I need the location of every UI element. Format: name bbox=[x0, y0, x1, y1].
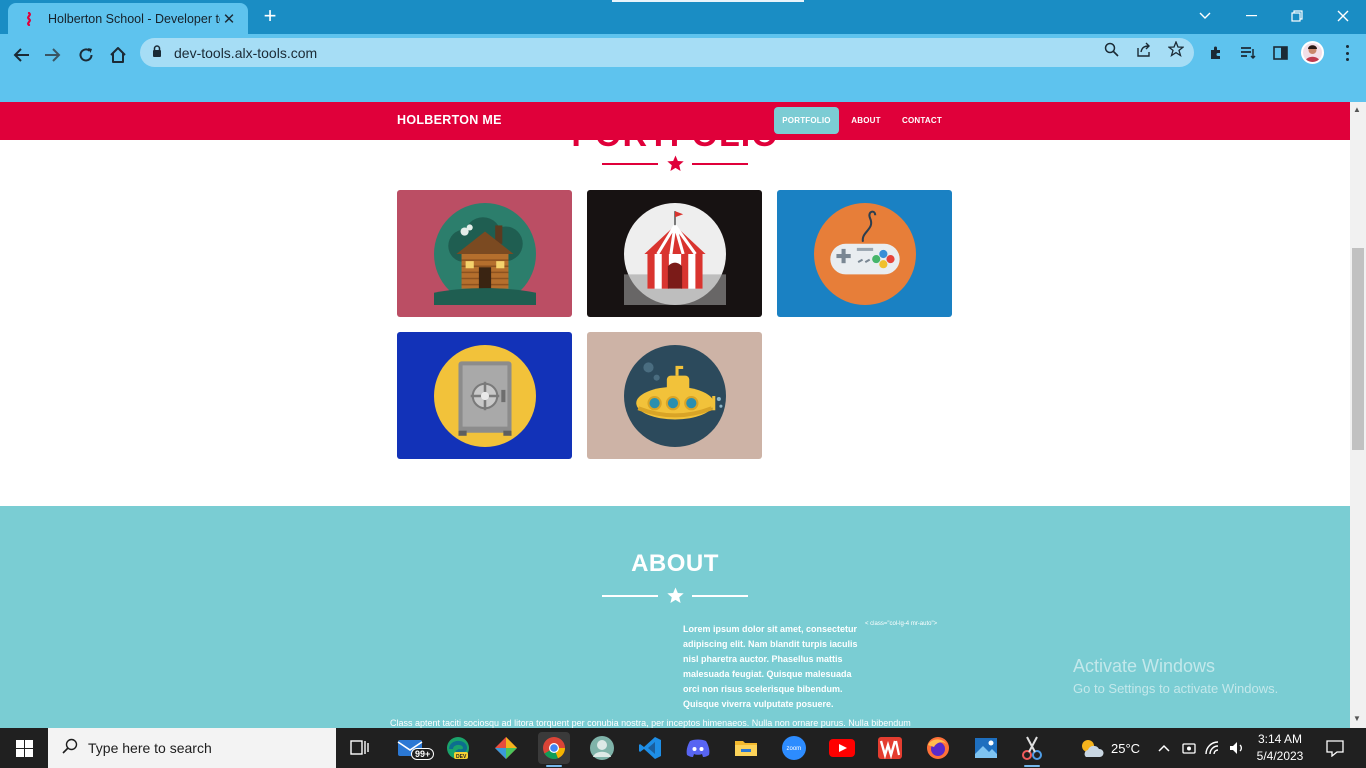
taskbar-search-box[interactable]: Type here to search bbox=[48, 728, 336, 768]
photos-icon[interactable] bbox=[970, 732, 1002, 764]
about-heading: ABOUT bbox=[631, 550, 719, 577]
snipping-tool-icon[interactable] bbox=[1016, 732, 1048, 767]
clock-time: 3:14 AM bbox=[1257, 732, 1303, 746]
address-bar[interactable]: dev-tools.alx-tools.com bbox=[140, 38, 1194, 67]
task-view-icon[interactable] bbox=[344, 732, 376, 764]
forward-icon[interactable] bbox=[38, 40, 68, 70]
cabin-icon bbox=[433, 202, 536, 305]
profile-avatar[interactable] bbox=[1301, 41, 1324, 64]
share-icon[interactable] bbox=[1136, 41, 1152, 57]
svg-text:DEV: DEV bbox=[456, 754, 467, 760]
zoom-icon[interactable]: zoom bbox=[778, 732, 810, 764]
browser-toolbar: dev-tools.alx-tools.com bbox=[0, 34, 1366, 102]
reload-icon[interactable] bbox=[71, 40, 101, 70]
search-placeholder: Type here to search bbox=[88, 740, 212, 756]
portfolio-item-cabin[interactable] bbox=[397, 190, 572, 317]
page-scrollbar[interactable]: ▲ ▼ bbox=[1350, 102, 1366, 728]
clock-date: 5/4/2023 bbox=[1256, 749, 1304, 763]
scroll-down-arrow-icon[interactable]: ▼ bbox=[1353, 714, 1361, 723]
scroll-thumb[interactable] bbox=[1352, 248, 1364, 450]
close-window-button[interactable] bbox=[1320, 0, 1366, 32]
home-icon[interactable] bbox=[103, 40, 133, 70]
weather-temperature[interactable]: 25°C bbox=[1111, 741, 1140, 756]
nav-contact[interactable]: CONTACT bbox=[895, 107, 949, 134]
browser-menu-icon[interactable] bbox=[1338, 43, 1356, 63]
zoom-icon[interactable] bbox=[1103, 41, 1119, 57]
windows-start-icon[interactable] bbox=[0, 728, 48, 768]
watermark-subtitle: Go to Settings to activate Windows. bbox=[1073, 681, 1279, 696]
portfolio-item-safe[interactable] bbox=[397, 332, 572, 459]
tab-title: Holberton School - Developer to bbox=[48, 11, 220, 26]
browser-tab-strip: Holberton School - Developer to ✕ + bbox=[0, 0, 1366, 34]
network-icon[interactable] bbox=[1200, 732, 1226, 764]
volume-icon[interactable] bbox=[1224, 732, 1250, 764]
portfolio-divider bbox=[602, 155, 748, 172]
portfolio-item-circus[interactable] bbox=[587, 190, 762, 317]
file-explorer-icon[interactable] bbox=[730, 732, 762, 764]
game-controller-icon bbox=[813, 202, 916, 305]
restore-button[interactable] bbox=[1274, 0, 1320, 32]
youtube-icon[interactable] bbox=[826, 732, 858, 764]
notification-center-icon[interactable] bbox=[1318, 732, 1352, 764]
tray-chevron-up-icon[interactable] bbox=[1150, 732, 1178, 764]
discord-icon[interactable] bbox=[682, 732, 714, 764]
portfolio-item-submarine[interactable] bbox=[587, 332, 762, 459]
windows-taskbar: Type here to search 99+ DEV zoom 25°C 3:… bbox=[0, 728, 1366, 768]
vscode-icon[interactable] bbox=[634, 732, 666, 764]
about-text-column-1: Lorem ipsum dolor sit amet, consectetur … bbox=[683, 624, 858, 709]
about-divider bbox=[602, 587, 748, 604]
reading-list-icon[interactable] bbox=[1237, 42, 1259, 64]
activate-windows-watermark: Activate Windows Go to Settings to activ… bbox=[1073, 656, 1278, 696]
tab-close-icon[interactable]: ✕ bbox=[220, 10, 238, 28]
about-section: ABOUT Lorem ipsum dolor sit amet, consec… bbox=[0, 506, 1350, 728]
holberton-favicon-icon bbox=[22, 11, 36, 27]
chrome-icon[interactable] bbox=[538, 732, 570, 767]
firefox-icon[interactable] bbox=[922, 732, 954, 764]
browser-tab[interactable]: Holberton School - Developer to ✕ bbox=[8, 3, 248, 34]
bookmark-star-icon[interactable] bbox=[1168, 41, 1184, 57]
svg-text:zoom: zoom bbox=[787, 746, 802, 752]
star-icon bbox=[658, 587, 692, 604]
mail-badge: 99+ bbox=[411, 748, 435, 760]
circus-tent-icon bbox=[623, 202, 726, 305]
system-clock[interactable]: 3:14 AM 5/4/2023 bbox=[1252, 731, 1308, 765]
tab-search-icon[interactable] bbox=[1182, 0, 1228, 32]
edge-dev-icon[interactable]: DEV bbox=[442, 732, 474, 764]
site-brand[interactable]: HOLBERTON ME bbox=[397, 113, 502, 127]
new-tab-button[interactable]: + bbox=[258, 5, 282, 28]
profile-app-icon[interactable] bbox=[586, 732, 618, 764]
meet-now-icon[interactable] bbox=[1176, 732, 1202, 764]
minimize-button[interactable] bbox=[1228, 0, 1274, 32]
page-viewport: PORTFOLIO HOLBERTON ME PORTFOLIO ABOUT C… bbox=[0, 102, 1350, 728]
nav-about[interactable]: ABOUT bbox=[843, 107, 889, 134]
back-icon[interactable] bbox=[6, 40, 36, 70]
mail-icon[interactable]: 99+ bbox=[394, 732, 435, 764]
portfolio-item-game[interactable] bbox=[777, 190, 952, 317]
site-navbar: HOLBERTON ME PORTFOLIO ABOUT CONTACT bbox=[0, 102, 1350, 140]
url-text: dev-tools.alx-tools.com bbox=[174, 44, 318, 61]
scroll-up-arrow-icon[interactable]: ▲ bbox=[1353, 105, 1361, 114]
about-code-note: < class="col-lg-4 mr-auto"> bbox=[865, 621, 938, 627]
nav-portfolio[interactable]: PORTFOLIO bbox=[774, 107, 839, 134]
tab-strip-highlight bbox=[612, 0, 804, 2]
search-icon bbox=[62, 738, 78, 759]
about-text-column-2: Class aptent taciti sociosqu ad litora t… bbox=[390, 718, 911, 728]
watermark-title: Activate Windows bbox=[1073, 656, 1216, 676]
weather-icon[interactable] bbox=[1076, 732, 1106, 764]
submarine-icon bbox=[623, 344, 726, 447]
star-icon bbox=[658, 155, 692, 172]
extensions-icon[interactable] bbox=[1205, 42, 1227, 64]
git-kraken-icon[interactable] bbox=[490, 732, 522, 764]
lock-icon[interactable] bbox=[152, 44, 162, 62]
wps-office-icon[interactable] bbox=[874, 732, 906, 764]
side-panel-icon[interactable] bbox=[1269, 42, 1291, 64]
safe-icon bbox=[433, 344, 536, 447]
